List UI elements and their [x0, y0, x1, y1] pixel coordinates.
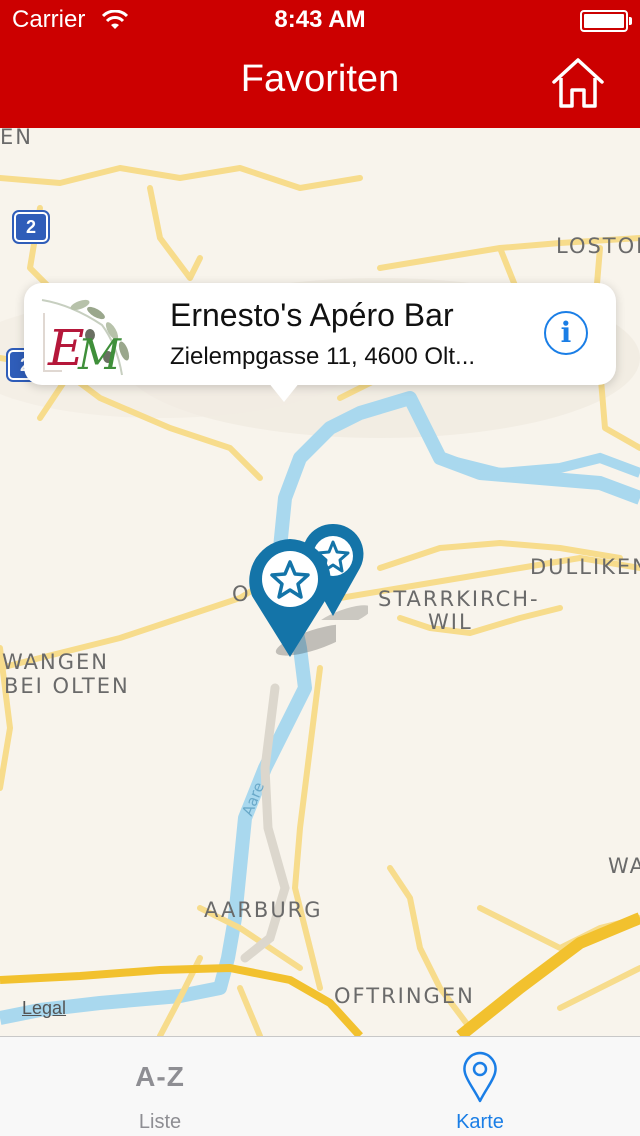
callout-title: Ernesto's Apéro Bar: [170, 297, 454, 333]
nav-bar: Favoriten: [0, 40, 640, 128]
map-view[interactable]: EN LOSTOR DULLIKEN STARRKIRCH- WIL WANGE…: [0, 128, 640, 1036]
callout-pointer: [268, 382, 300, 402]
battery-icon: [580, 10, 632, 32]
restaurant-logo: E M: [32, 295, 140, 379]
tab-label-karte: Karte: [456, 1111, 504, 1133]
status-bar: Carrier 8:43 AM: [0, 0, 640, 40]
road-shield: 2: [12, 210, 50, 244]
tab-liste[interactable]: A-Z Liste: [0, 1037, 320, 1136]
map-pin-selected[interactable]: [246, 536, 336, 660]
map-label-starrkirch-line1: STARRKIRCH-: [378, 587, 540, 611]
map-label-lostorf: LOSTOR: [556, 234, 640, 258]
map-label-wangen-line2: BEI OLTEN: [4, 674, 130, 698]
map-label-dulliken: DULLIKEN: [530, 555, 640, 579]
home-icon[interactable]: [550, 56, 606, 110]
svg-text:M: M: [77, 330, 122, 379]
page-title: Favoriten: [240, 58, 400, 100]
map-pin-icon: [463, 1051, 497, 1103]
map-label-wangen-line1: WANGEN: [2, 650, 109, 674]
tab-bar: A-Z Liste Karte: [0, 1036, 640, 1136]
tab-karte[interactable]: Karte: [320, 1037, 640, 1136]
callout-address: Zielempgasse 11, 4600 Olt...: [170, 343, 476, 370]
map-label-en: EN: [0, 128, 33, 149]
map-callout[interactable]: E M Ernesto's Apéro Bar Zielempgasse 11,…: [24, 283, 616, 385]
info-icon[interactable]: i: [544, 311, 588, 355]
legal-link[interactable]: Legal: [22, 998, 66, 1019]
map-label-aarburg: AARBURG: [204, 898, 323, 922]
tab-label-liste: Liste: [138, 1111, 182, 1133]
az-icon: A-Z: [135, 1061, 185, 1092]
status-time: 8:43 AM: [274, 6, 366, 33]
map-label-starrkirch-line2: WIL: [428, 610, 473, 634]
map-label-wa: WA: [608, 854, 640, 878]
map-label-oftringen: OFTRINGEN: [334, 984, 475, 1008]
